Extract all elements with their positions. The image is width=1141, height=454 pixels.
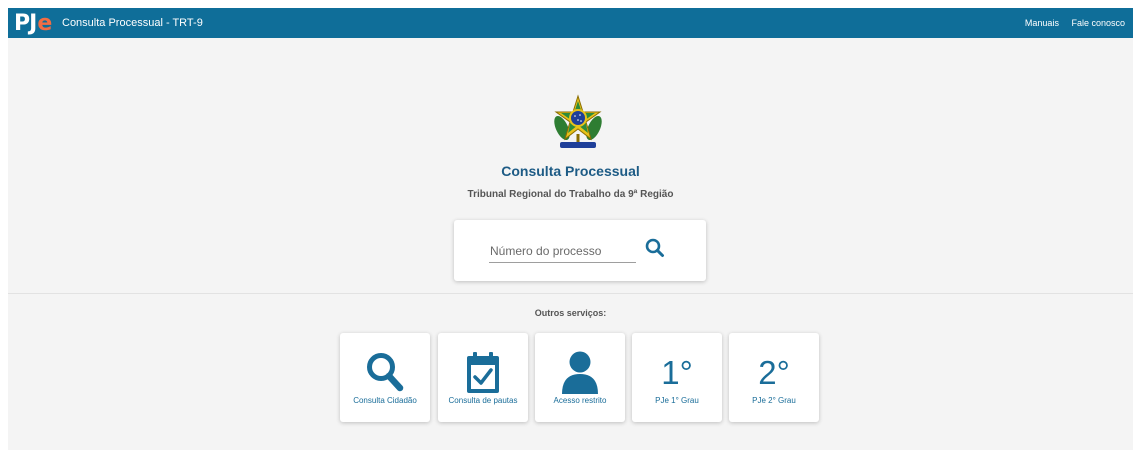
first-degree-icon: 1°: [661, 354, 693, 391]
page-subtitle: Tribunal Regional do Trabalho da 9ª Regi…: [467, 189, 674, 200]
search-icon: [367, 353, 404, 392]
search-card: [454, 220, 706, 281]
consulta-pautas-card[interactable]: Consulta de pautas: [438, 333, 528, 422]
service-label: PJe 2° Grau: [752, 396, 796, 405]
manuais-link[interactable]: Manuais: [1025, 18, 1059, 28]
user-icon: [562, 351, 598, 394]
top-links: Manuais Fale conosco: [1015, 18, 1125, 28]
page-title: Consulta Processual: [501, 163, 640, 179]
logo-accent: e: [37, 10, 52, 36]
pje-2-grau-card[interactable]: 2° PJe 2° Grau: [729, 333, 819, 422]
app-title: Consulta Processual - TRT-9: [62, 17, 203, 29]
consulta-cidadao-card[interactable]: Consulta Cidadão: [340, 333, 430, 422]
divider: [8, 293, 1133, 294]
top-bar: PJ e Consulta Processual - TRT-9 Manuais …: [8, 8, 1133, 38]
service-label: Consulta de pautas: [448, 396, 518, 405]
service-label: PJe 1° Grau: [655, 396, 699, 405]
acesso-restrito-card[interactable]: Acesso restrito: [535, 333, 625, 422]
service-label: Acesso restrito: [553, 396, 607, 405]
calendar-check-icon: [467, 352, 499, 393]
brazil-coat-of-arms-icon: [554, 94, 602, 148]
pje-1-grau-card[interactable]: 1° PJe 1° Grau: [632, 333, 722, 422]
pje-logo[interactable]: PJ e: [14, 10, 52, 36]
search-icon[interactable]: [644, 237, 666, 259]
service-label: Consulta Cidadão: [353, 396, 417, 405]
page: PJ e Consulta Processual - TRT-9 Manuais …: [8, 8, 1133, 450]
services-label: Outros serviços:: [534, 308, 607, 318]
process-number-input[interactable]: [489, 240, 636, 263]
logo-text: PJ: [14, 10, 37, 36]
second-degree-icon: 2°: [758, 354, 790, 391]
fale-conosco-link[interactable]: Fale conosco: [1071, 18, 1125, 28]
